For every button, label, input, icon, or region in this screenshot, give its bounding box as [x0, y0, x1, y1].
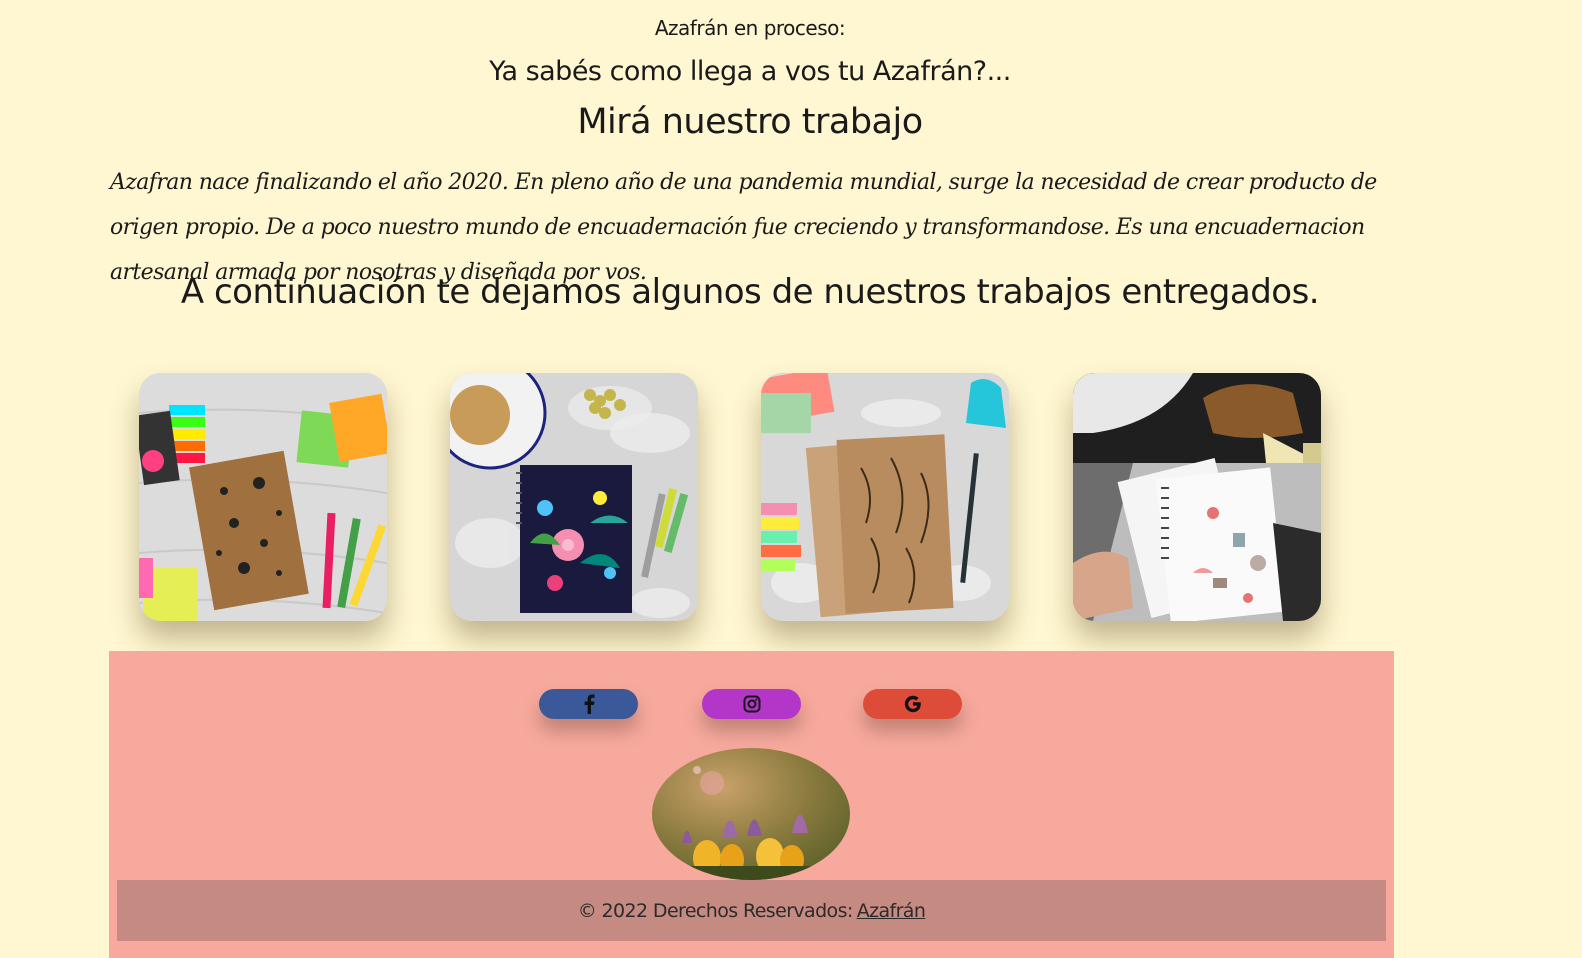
facebook-icon	[584, 694, 595, 714]
page: Azafrán en proceso: Ya sabés como llega …	[0, 0, 1582, 958]
copyright-text: © 2022 Derechos Reservados:	[577, 899, 854, 922]
facebook-button[interactable]	[539, 689, 638, 719]
google-button[interactable]	[863, 689, 962, 719]
gallery-photo[interactable]	[761, 373, 1009, 621]
gallery-intro: A continuación te dejamos algunos de nue…	[180, 272, 1320, 312]
gallery-photo[interactable]	[139, 373, 387, 621]
work-gallery	[139, 373, 1329, 621]
flowers-logo-image	[652, 748, 850, 880]
google-icon	[904, 695, 921, 713]
brand-link[interactable]: Azafrán	[857, 900, 926, 922]
footer: © 2022 Derechos Reservados: Azafrán	[109, 651, 1394, 958]
gallery-photo[interactable]	[450, 373, 698, 621]
copyright-bar: © 2022 Derechos Reservados: Azafrán	[117, 880, 1386, 941]
gallery-photo[interactable]	[1073, 373, 1321, 621]
process-title: Azafrán en proceso:	[654, 16, 846, 40]
delivery-subtitle: Ya sabés como llega a vos tu Azafrán?...	[489, 56, 1011, 87]
instagram-button[interactable]	[702, 689, 801, 719]
instagram-icon	[743, 695, 760, 713]
work-heading: Mirá nuestro trabajo	[577, 102, 923, 142]
